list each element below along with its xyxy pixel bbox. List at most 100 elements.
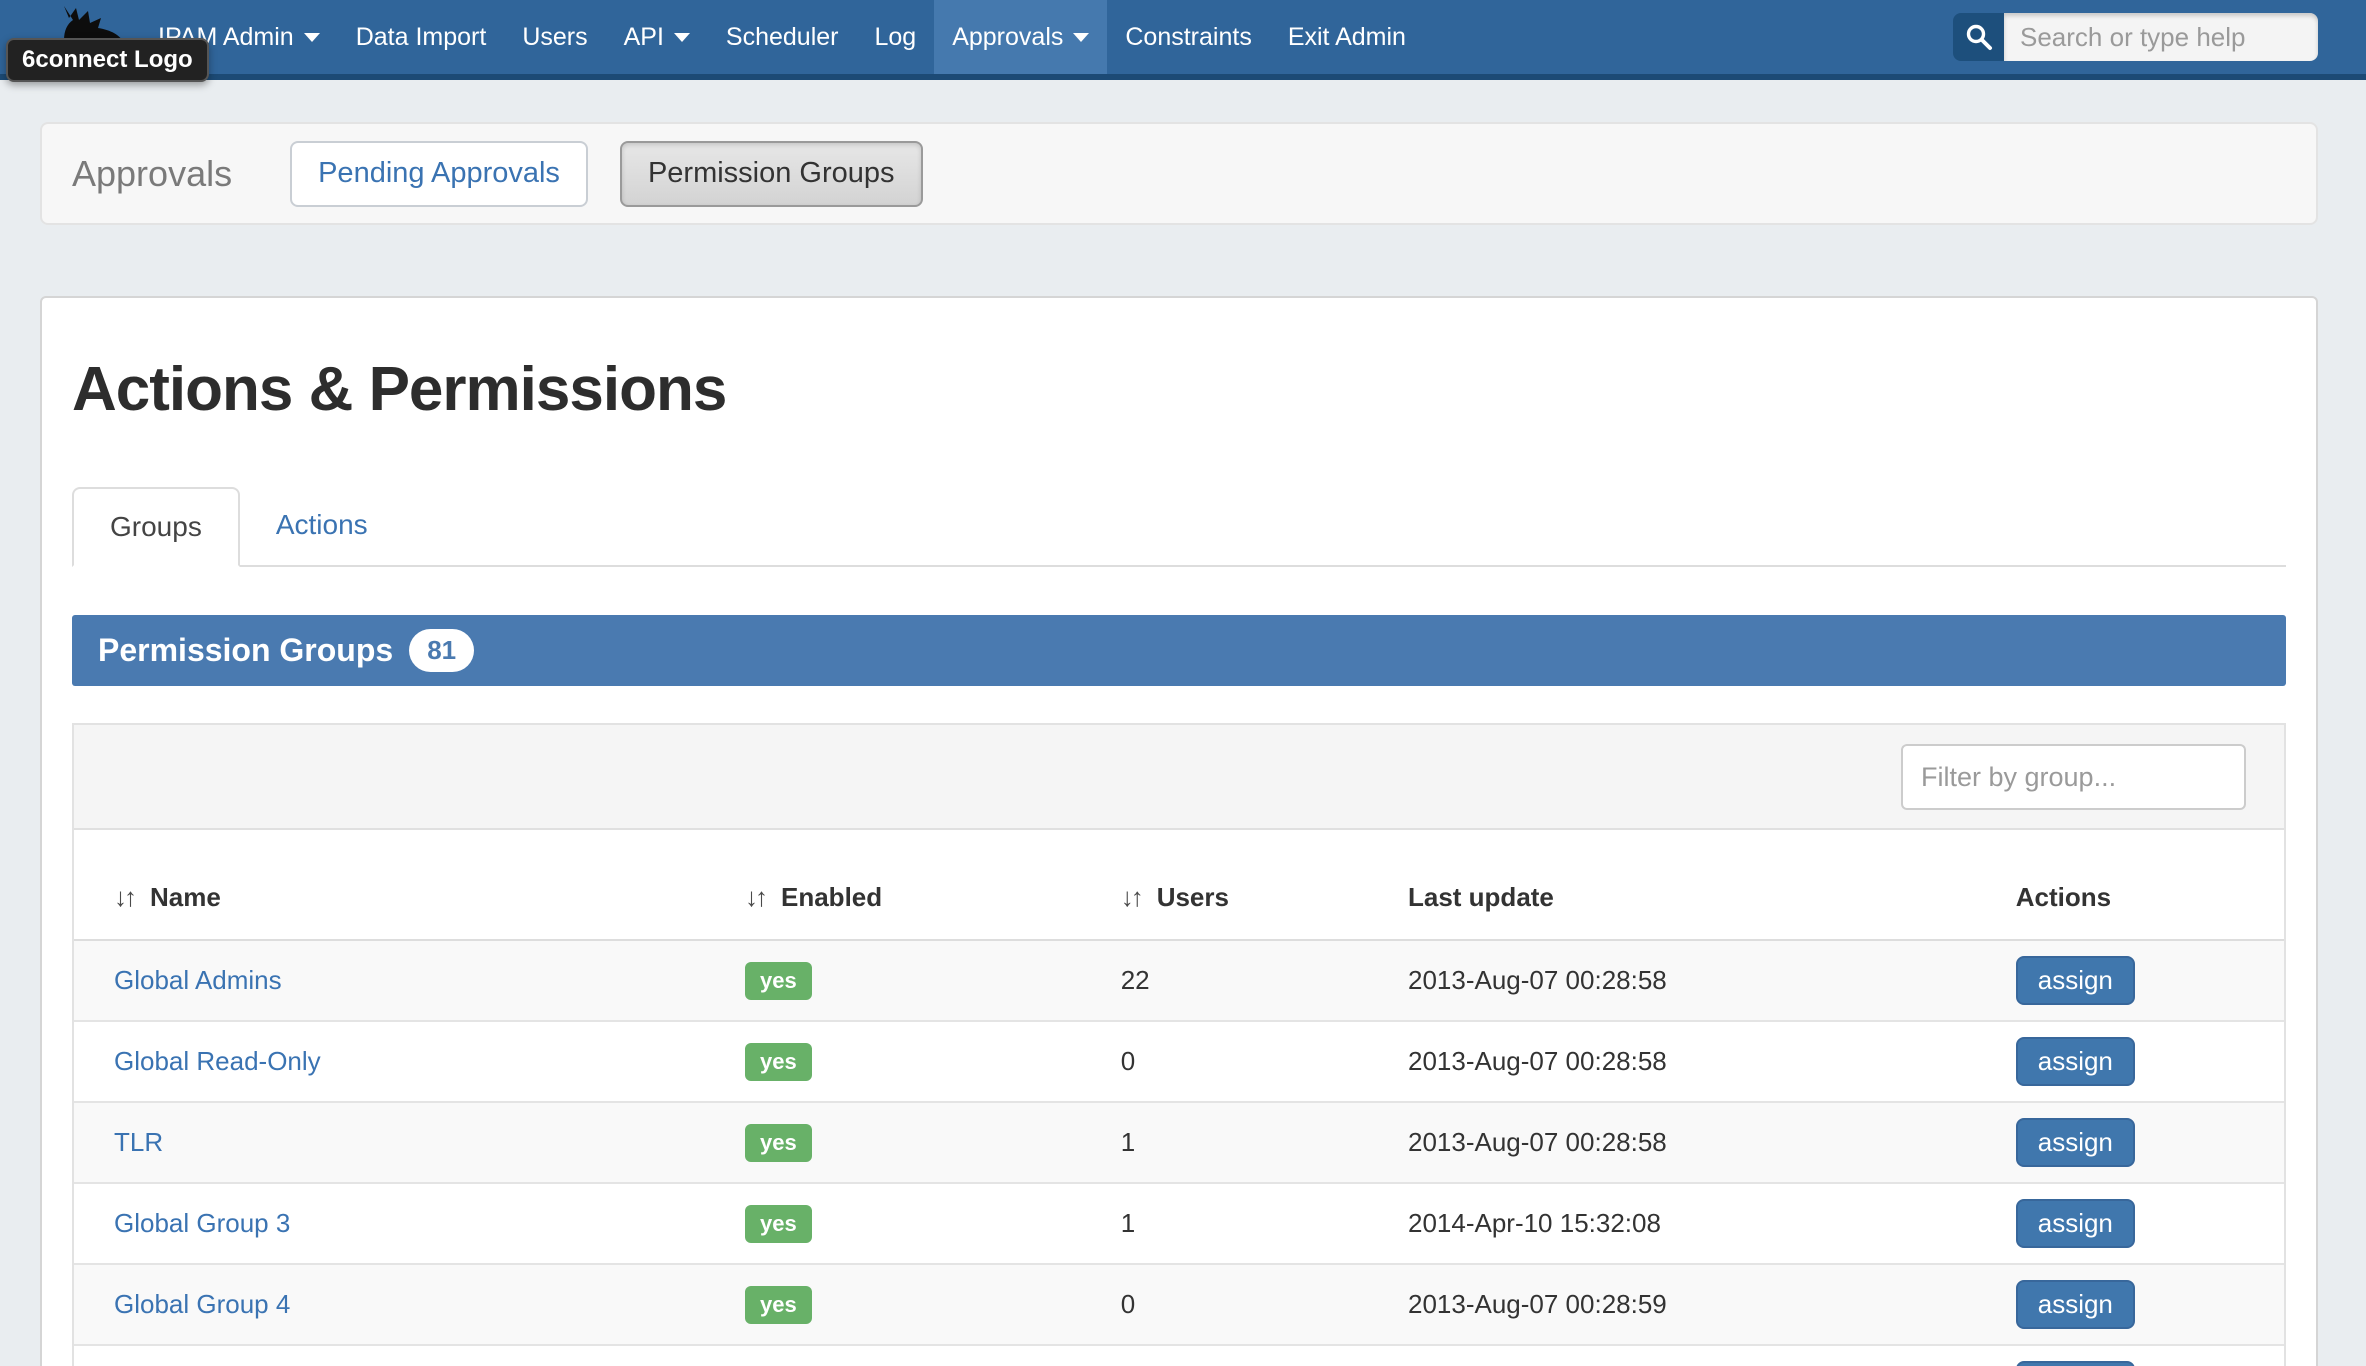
column-header-users[interactable]: ↓↑ Users xyxy=(1113,830,1400,940)
nav-item-label: Constraints xyxy=(1125,23,1251,52)
logo-tooltip: 6connect Logo xyxy=(6,38,209,82)
group-name-link[interactable]: Global Admins xyxy=(114,965,282,995)
column-header-name[interactable]: ↓↑ Name xyxy=(74,830,737,940)
assign-button[interactable]: assign xyxy=(2016,1280,2135,1329)
chevron-down-icon xyxy=(1073,33,1089,42)
panel-body: ↓↑ Name ↓↑ Enabled ↓↑ Users Last update Actions… xyxy=(72,723,2286,1366)
panel-title: Permission Groups xyxy=(98,632,393,669)
nav-item-label: Scheduler xyxy=(726,23,839,52)
top-navbar: 6connect Logo IPAM AdminData ImportUsers… xyxy=(0,0,2366,80)
name-cell: Global Group 4 xyxy=(74,1264,737,1345)
enabled-cell: yes xyxy=(737,1264,1113,1345)
count-badge: 81 xyxy=(409,629,474,672)
nav-item-api[interactable]: API xyxy=(606,0,708,74)
actions-cell: assign xyxy=(2008,1183,2284,1264)
enabled-cell: yes xyxy=(737,940,1113,1021)
users-cell: 1 xyxy=(1113,1183,1400,1264)
users-cell: 22 xyxy=(1113,940,1400,1021)
assign-button[interactable]: assign xyxy=(2016,1361,2135,1366)
nav-item-users[interactable]: Users xyxy=(504,0,605,74)
page-header-strip: Approvals Pending Approvals Permission Gr… xyxy=(40,122,2318,225)
sort-icon[interactable]: ↓↑ xyxy=(114,882,134,912)
sort-icon[interactable]: ↓↑ xyxy=(1121,882,1141,912)
actions-cell: assign xyxy=(2008,1345,2284,1366)
assign-button[interactable]: assign xyxy=(2016,1037,2135,1086)
table-header-row: ↓↑ Name ↓↑ Enabled ↓↑ Users Last update Actions xyxy=(74,830,2284,940)
tab-groups[interactable]: Groups xyxy=(72,487,240,567)
nav-item-exit-admin[interactable]: Exit Admin xyxy=(1270,0,1424,74)
search-icon-button[interactable] xyxy=(1953,13,2004,61)
main-card: Actions & Permissions GroupsActions Perm… xyxy=(40,296,2318,1366)
table-row: Global Group 3 yes 12014-Apr-10 15:32:08as… xyxy=(74,1183,2284,1264)
permission-groups-button[interactable]: Permission Groups xyxy=(620,141,923,207)
tabs: GroupsActions xyxy=(72,487,2286,567)
enabled-badge: yes xyxy=(745,1124,812,1162)
last-update-cell: 2014-Apr-10 15:32:08 xyxy=(1400,1183,2008,1264)
enabled-cell: yes xyxy=(737,1183,1113,1264)
name-cell: Global Read-Only xyxy=(74,1021,737,1102)
actions-cell: assign xyxy=(2008,1264,2284,1345)
enabled-badge: yes xyxy=(745,1286,812,1324)
last-update-cell: 2013-Aug-07 00:28:58 xyxy=(1400,1102,2008,1183)
nav-item-label: Exit Admin xyxy=(1288,23,1406,52)
nav-item-scheduler[interactable]: Scheduler xyxy=(708,0,857,74)
pending-approvals-button[interactable]: Pending Approvals xyxy=(290,141,588,207)
enabled-cell: yes xyxy=(737,1102,1113,1183)
nav-item-constraints[interactable]: Constraints xyxy=(1107,0,1269,74)
nav-item-log[interactable]: Log xyxy=(856,0,934,74)
column-header-label: Enabled xyxy=(781,882,882,912)
last-update-cell: 2013-Aug-07 00:28:58 xyxy=(1400,940,2008,1021)
assign-button[interactable]: assign xyxy=(2016,956,2135,1005)
assign-button[interactable]: assign xyxy=(2016,1118,2135,1167)
group-name-link[interactable]: TLR xyxy=(114,1127,163,1157)
nav-item-label: API xyxy=(624,23,664,52)
chevron-down-icon xyxy=(304,33,320,42)
actions-cell: assign xyxy=(2008,940,2284,1021)
table-row: Global Admins yes 222013-Aug-07 00:28:58as… xyxy=(74,940,2284,1021)
page-title: Approvals xyxy=(72,153,232,195)
nav-item-label: Approvals xyxy=(952,23,1063,52)
enabled-badge: yes xyxy=(745,962,812,1000)
group-name-link[interactable]: Global Group 3 xyxy=(114,1208,290,1238)
column-header-label: Name xyxy=(150,882,221,912)
table-body: Global Adminsyes222013-Aug-07 00:28:58as… xyxy=(74,940,2284,1366)
nav-item-approvals[interactable]: Approvals xyxy=(934,0,1107,74)
group-name-link[interactable]: Global Group 4 xyxy=(114,1289,290,1319)
actions-cell: assign xyxy=(2008,1102,2284,1183)
table-row: TLR yes 12013-Aug-07 00:28:58assign xyxy=(74,1102,2284,1183)
name-cell: 123 Department LAB xyxy=(74,1345,737,1366)
name-cell: Global Admins xyxy=(74,940,737,1021)
group-name-link[interactable]: Global Read-Only xyxy=(114,1046,321,1076)
column-header-label: Actions xyxy=(2016,882,2111,912)
actions-cell: assign xyxy=(2008,1021,2284,1102)
users-cell: 1 xyxy=(1113,1102,1400,1183)
nav-item-data-import[interactable]: Data Import xyxy=(338,0,505,74)
sort-icon[interactable]: ↓↑ xyxy=(745,882,765,912)
tab-actions[interactable]: Actions xyxy=(240,487,404,567)
nav-item-label: Log xyxy=(874,23,916,52)
users-cell: 0 xyxy=(1113,1264,1400,1345)
table-row: Global Read-Onlyyes02013-Aug-07 00:28:58… xyxy=(74,1021,2284,1102)
nav-items: IPAM AdminData ImportUsersAPISchedulerLo… xyxy=(140,0,1424,74)
section-title: Actions & Permissions xyxy=(72,354,2286,425)
nav-item-label: Data Import xyxy=(356,23,487,52)
filter-input[interactable] xyxy=(1901,744,2246,810)
column-header-label: Users xyxy=(1157,882,1229,912)
assign-button[interactable]: assign xyxy=(2016,1199,2135,1248)
enabled-cell: yes xyxy=(737,1021,1113,1102)
chevron-down-icon xyxy=(674,33,690,42)
permission-groups-table: ↓↑ Name ↓↑ Enabled ↓↑ Users Last update Actions… xyxy=(74,830,2284,1366)
view-buttons: Pending Approvals Permission Groups xyxy=(290,141,922,207)
nav-item-label: Users xyxy=(522,23,587,52)
column-header-actions: Actions xyxy=(2008,830,2284,940)
column-header-last-update: Last update xyxy=(1400,830,2008,940)
users-cell: 0 xyxy=(1113,1021,1400,1102)
search-input[interactable] xyxy=(2004,13,2318,61)
enabled-cell: yes xyxy=(737,1345,1113,1366)
enabled-badge: yes xyxy=(745,1205,812,1243)
table-row: 123 Department LAByes12014-May-13 12:43:… xyxy=(74,1345,2284,1366)
nav-search xyxy=(1953,13,2318,61)
name-cell: TLR xyxy=(74,1102,737,1183)
column-header-enabled[interactable]: ↓↑ Enabled xyxy=(737,830,1113,940)
users-cell: 1 xyxy=(1113,1345,1400,1366)
